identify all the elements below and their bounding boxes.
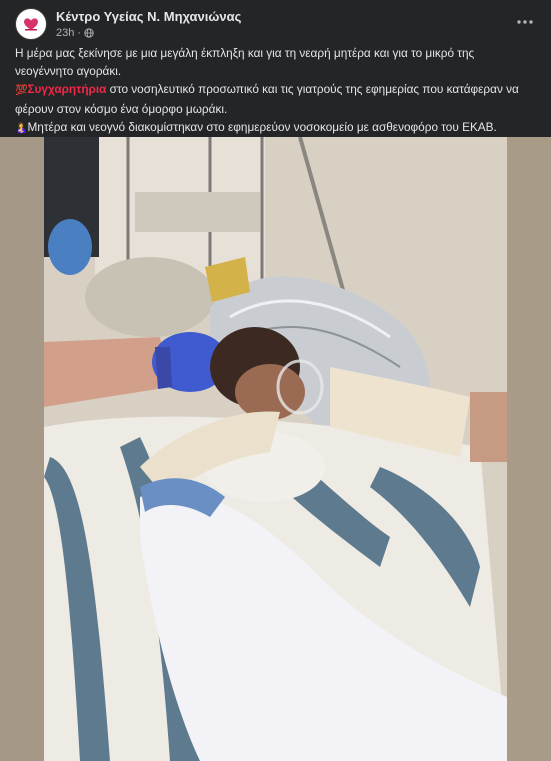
globe-icon <box>84 28 94 38</box>
newborn-photo-illustration <box>0 137 551 761</box>
more-options-button[interactable] <box>513 10 537 34</box>
post-paragraph-3-text: Μητέρα και νεογνό διακομίστηκαν στο εφημ… <box>27 120 497 134</box>
congratulations-highlight: Συγχαρητήρια <box>27 82 107 96</box>
post-header: Κέντρο Υγείας Ν. Μηχανιώνας 23h · <box>0 0 551 44</box>
breastfeeding-emoji-icon: 🤱 <box>15 123 28 134</box>
hundred-points-emoji-icon: 💯 <box>15 85 28 96</box>
page-avatar[interactable] <box>15 8 47 40</box>
facebook-post: Κέντρο Υγείας Ν. Μηχανιώνας 23h · Η μέρα… <box>0 0 551 761</box>
post-time[interactable]: 23h <box>56 27 74 39</box>
more-horizontal-icon <box>517 20 533 24</box>
heart-logo-icon <box>24 18 38 31</box>
post-meta: 23h · <box>56 27 94 39</box>
post-paragraph-3: 🤱Μητέρα και νεογνό διακομίστηκαν στο εφη… <box>15 118 535 138</box>
post-photo[interactable] <box>0 137 551 761</box>
post-paragraph-1: Η μέρα μας ξεκίνησε με μια μεγάλη έκπληξ… <box>15 46 475 78</box>
page-name[interactable]: Κέντρο Υγείας Ν. Μηχανιώνας <box>56 9 241 24</box>
post-text: Η μέρα μας ξεκίνησε με μια μεγάλη έκπληξ… <box>15 44 535 138</box>
post-paragraph-2: 💯Συγχαρητήρια στο νοσηλευτικό προσωπικό … <box>15 80 535 118</box>
meta-separator: · <box>77 27 82 39</box>
